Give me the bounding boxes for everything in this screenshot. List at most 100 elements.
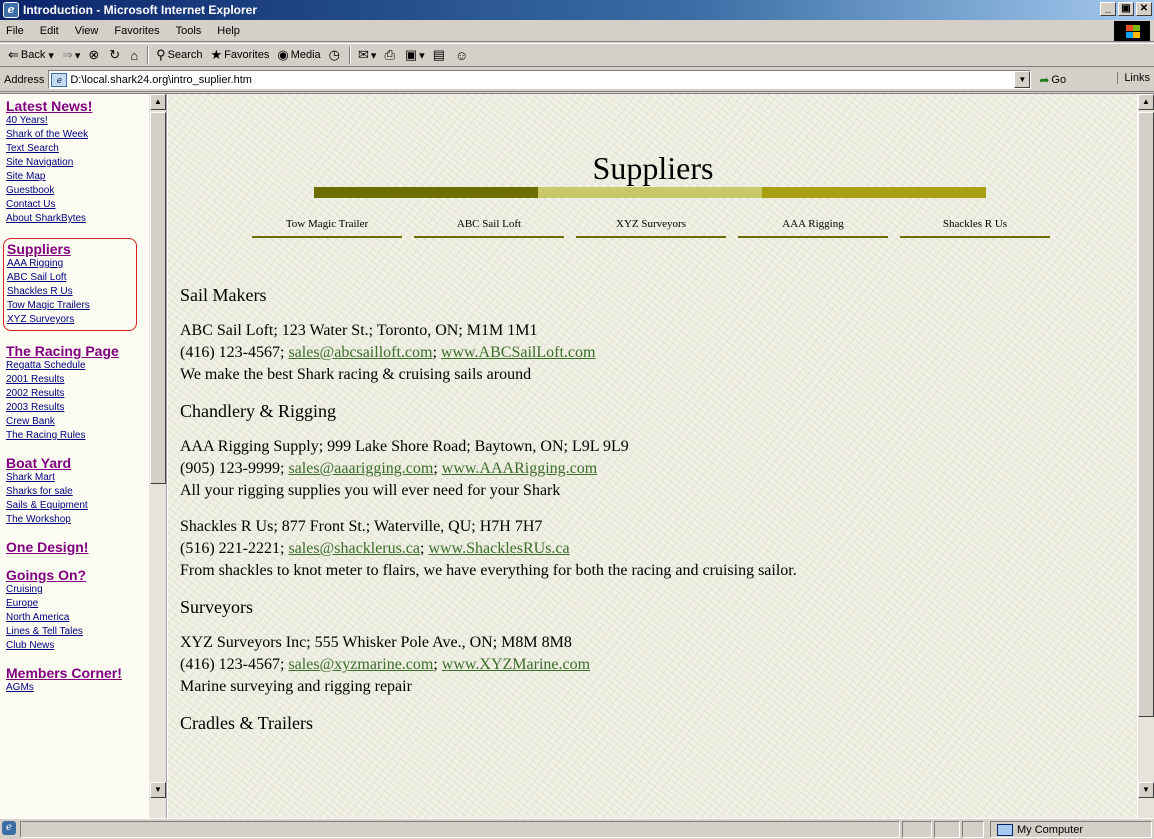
sidebar-item[interactable]: About SharkBytes — [6, 212, 146, 226]
sidebar-heading[interactable]: One Design! — [6, 539, 146, 555]
address-input[interactable]: e D:\local.shark24.org\intro_suplier.htm… — [48, 70, 1032, 89]
sidebar-heading[interactable]: Suppliers — [7, 241, 130, 257]
supplier-web-link[interactable]: www.AAARigging.com — [442, 460, 597, 477]
supplier-email-link[interactable]: sales@abcsailloft.com — [288, 344, 432, 361]
supplier-entry: XYZ Surveyors Inc; 555 Whisker Pole Ave.… — [180, 632, 1080, 698]
back-button[interactable]: ⇐ Back ▾ — [4, 45, 58, 65]
sidebar-group: The Racing Page Regatta Schedule 2001 Resu… — [6, 343, 146, 443]
sidebar-item[interactable]: Club News — [6, 639, 146, 653]
sidebar-item[interactable]: Shark of the Week — [6, 128, 146, 142]
sidebar-item[interactable]: XYZ Surveyors — [7, 313, 130, 327]
edit-icon: ▣ — [404, 47, 418, 62]
sidebar-item[interactable]: Tow Magic Trailers — [7, 299, 130, 313]
supplier-email-link[interactable]: sales@xyzmarine.com — [288, 656, 433, 673]
refresh-button[interactable]: ↻ — [105, 45, 126, 65]
status-bar: e My Computer — [0, 818, 1154, 839]
scroll-thumb[interactable] — [1138, 112, 1154, 717]
menu-edit[interactable]: Edit — [32, 25, 67, 37]
subnav-aaa-rigging[interactable]: AAA Rigging — [738, 218, 888, 238]
subnav-abc-sail-loft[interactable]: ABC Sail Loft — [414, 218, 564, 238]
sidebar-item[interactable]: Cruising — [6, 583, 146, 597]
supplier-web-link[interactable]: www.XYZMarine.com — [442, 656, 590, 673]
sidebar-item[interactable]: Site Navigation — [6, 156, 146, 170]
menu-tools[interactable]: Tools — [168, 25, 210, 37]
toolbar-separator — [147, 46, 150, 64]
address-dropdown-button[interactable]: ▼ — [1014, 71, 1031, 88]
scroll-up-button[interactable]: ▲ — [1138, 94, 1154, 110]
sidebar-item[interactable]: Shackles R Us — [7, 285, 130, 299]
sidebar-item[interactable]: Site Map — [6, 170, 146, 184]
scroll-up-button[interactable]: ▲ — [150, 94, 166, 110]
sidebar-item[interactable]: Sails & Equipment — [6, 499, 146, 513]
refresh-icon: ↻ — [109, 47, 121, 62]
sidebar-item[interactable]: Contact Us — [6, 198, 146, 212]
go-button[interactable]: ➦ Go — [1039, 73, 1066, 87]
sidebar-item[interactable]: Lines & Tell Tales — [6, 625, 146, 639]
sidebar-item[interactable]: The Workshop — [6, 513, 146, 527]
menu-bar: File Edit View Favorites Tools Help — [0, 20, 1154, 42]
window-title-bar: e Introduction - Microsoft Internet Expl… — [0, 0, 1154, 20]
close-button[interactable]: ✕ — [1136, 2, 1152, 16]
section-heading-chandlery: Chandlery & Rigging — [180, 401, 336, 421]
subnav-tow-magic-trailer[interactable]: Tow Magic Trailer — [252, 218, 402, 238]
print-button[interactable]: ⎙ — [380, 45, 400, 65]
sidebar-heading[interactable]: Members Corner! — [6, 665, 146, 681]
menu-file[interactable]: File — [0, 25, 32, 37]
favorites-button[interactable]: ★ Favorites — [206, 45, 273, 65]
search-button[interactable]: ⚲ Search — [152, 45, 206, 65]
sidebar-item[interactable]: Regatta Schedule — [6, 359, 146, 373]
sidebar-item[interactable]: 40 Years! — [6, 114, 146, 128]
supplier-description: From shackles to knot meter to flairs, w… — [180, 562, 797, 579]
history-icon: ◷ — [328, 47, 341, 62]
sidebar-heading[interactable]: Latest News! — [6, 98, 146, 114]
supplier-web-link[interactable]: www.ShacklesRUs.ca — [428, 540, 569, 557]
sidebar-heading[interactable]: Boat Yard — [6, 455, 146, 471]
sidebar-heading[interactable]: Goings On? — [6, 567, 146, 583]
sidebar-scrollbar[interactable]: ▲ ▼ — [148, 94, 166, 819]
minimize-button[interactable]: _ — [1100, 2, 1116, 16]
menu-help[interactable]: Help — [209, 25, 248, 37]
sidebar-item[interactable]: Sharks for sale — [6, 485, 146, 499]
supplier-email-link[interactable]: sales@aaarigging.com — [288, 460, 433, 477]
search-icon: ⚲ — [156, 47, 166, 62]
maximize-button[interactable]: ▣ — [1118, 2, 1134, 16]
subnav-shackles-r-us[interactable]: Shackles R Us — [900, 218, 1050, 238]
sidebar-item[interactable]: Crew Bank — [6, 415, 146, 429]
sidebar-item[interactable]: Guestbook — [6, 184, 146, 198]
sidebar-item[interactable]: AGMs — [6, 681, 146, 695]
address-url: D:\local.shark24.org\intro_suplier.htm — [70, 73, 252, 86]
sidebar-item[interactable]: 2002 Results — [6, 387, 146, 401]
history-button[interactable]: ◷ — [325, 45, 346, 65]
scroll-down-button[interactable]: ▼ — [1138, 782, 1154, 798]
scroll-thumb[interactable] — [150, 112, 166, 484]
sidebar-item[interactable]: The Racing Rules — [6, 429, 146, 443]
sidebar-item[interactable]: Shark Mart — [6, 471, 146, 485]
sidebar-item[interactable]: AAA Rigging — [7, 257, 130, 271]
home-button[interactable]: ⌂ — [126, 45, 144, 65]
sidebar-item[interactable]: ABC Sail Loft — [7, 271, 130, 285]
links-button[interactable]: Links — [1117, 72, 1150, 84]
stop-button[interactable]: ⊗ — [84, 45, 105, 65]
main-scrollbar[interactable]: ▲ ▼ — [1137, 94, 1154, 819]
sidebar-group: Boat Yard Shark Mart Sharks for sale Sails … — [6, 455, 146, 527]
media-button[interactable]: ◉ Media — [273, 45, 324, 65]
sidebar-heading[interactable]: The Racing Page — [6, 343, 146, 359]
supplier-email-link[interactable]: sales@shacklerus.ca — [288, 540, 420, 557]
sidebar-item[interactable]: North America — [6, 611, 146, 625]
sidebar-item[interactable]: 2001 Results — [6, 373, 146, 387]
sidebar-item[interactable]: 2003 Results — [6, 401, 146, 415]
supplier-address: ABC Sail Loft; 123 Water St.; Toronto, O… — [180, 322, 538, 339]
discuss-button[interactable]: ▤ — [429, 45, 451, 65]
forward-button[interactable]: ⇒ ▾ — [58, 45, 84, 65]
sidebar-item[interactable]: Text Search — [6, 142, 146, 156]
menu-favorites[interactable]: Favorites — [106, 25, 167, 37]
messenger-button[interactable]: ☺ — [451, 45, 474, 65]
scroll-down-button[interactable]: ▼ — [150, 782, 166, 798]
menu-view[interactable]: View — [67, 25, 107, 37]
mail-button[interactable]: ✉ ▾ — [354, 45, 380, 65]
edit-button[interactable]: ▣ ▾ — [401, 45, 429, 65]
supplier-web-link[interactable]: www.ABCSailLoft.com — [441, 344, 596, 361]
ie-logo-icon: e — [3, 2, 19, 18]
sidebar-item[interactable]: Europe — [6, 597, 146, 611]
subnav-xyz-surveyors[interactable]: XYZ Surveyors — [576, 218, 726, 238]
